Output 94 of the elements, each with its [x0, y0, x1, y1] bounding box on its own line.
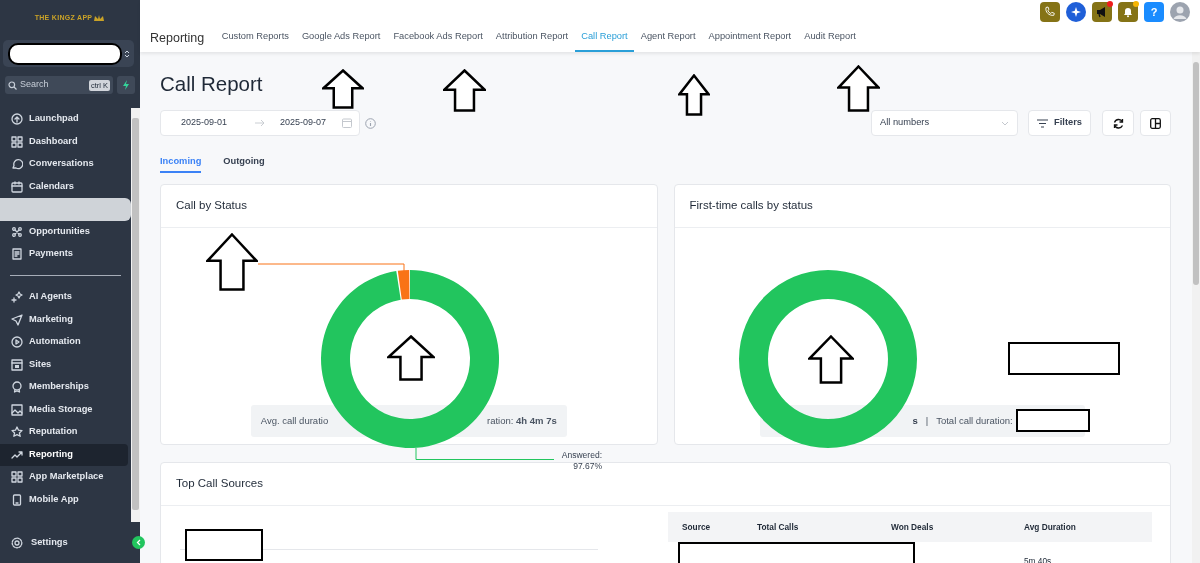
sidebar-item[interactable]: Conversations	[0, 153, 128, 176]
scrollbar[interactable]	[131, 108, 140, 522]
sidebar-item[interactable]: Dashboard	[0, 130, 128, 153]
arrow-right-icon	[255, 119, 265, 127]
column-header: Won Deals	[877, 512, 1010, 542]
phone-icon	[11, 493, 23, 506]
quick-action-button[interactable]	[117, 76, 135, 94]
crown-icon	[93, 14, 106, 22]
settings-link[interactable]: Settings	[11, 535, 68, 550]
filters-button[interactable]: Filters	[1028, 110, 1091, 136]
annotation-arrow	[443, 69, 486, 112]
report-tab[interactable]: Attribution Report	[489, 24, 575, 52]
lightning-icon	[122, 80, 130, 90]
badge-icon	[11, 381, 23, 394]
number-select[interactable]: All numbers	[871, 110, 1018, 136]
stat-text: Total call duration:	[936, 413, 1013, 428]
stat-text: s	[912, 413, 918, 428]
info-icon	[365, 117, 376, 129]
sidebar-item[interactable]: App Marketplace	[0, 466, 128, 489]
stat-text: ration: 4h 4m 7s	[487, 413, 557, 428]
scrollbar[interactable]	[1192, 52, 1200, 563]
sparkle-button[interactable]	[1066, 2, 1086, 22]
date-range-picker[interactable]: 2025-09-01 2025-09-07	[160, 110, 360, 136]
gear-icon	[11, 536, 23, 549]
layout-icon	[1150, 117, 1161, 129]
image-icon	[11, 403, 23, 416]
report-tab[interactable]: Audit Report	[797, 24, 863, 52]
column-header: Source	[668, 512, 743, 542]
receipt-icon	[11, 248, 23, 261]
apps-icon	[11, 471, 23, 484]
card-title: First-time calls by status	[674, 185, 1170, 228]
sidebar-item[interactable]: Reputation	[0, 421, 128, 444]
stat-text: Avg. call duratio	[260, 413, 329, 428]
sidebar-item[interactable]: Automation	[0, 331, 128, 354]
annotation-arrow	[837, 65, 880, 112]
report-tab[interactable]: Google Ads Report	[295, 24, 387, 52]
sidebar-item[interactable]: Opportunities	[0, 220, 128, 243]
sidebar-item[interactable]: Reporting	[0, 443, 128, 466]
chevron-left-icon	[136, 539, 141, 546]
sidebar-item[interactable]: Sites	[0, 353, 128, 376]
direction-tab[interactable]: Outgoing	[223, 152, 265, 173]
card-title: Call by Status	[161, 185, 657, 228]
sidebar-item[interactable]: Launchpad	[0, 108, 128, 131]
chart-line-icon	[11, 448, 23, 461]
play-circle-icon	[11, 336, 23, 349]
star-icon	[11, 426, 23, 439]
megaphone-icon	[1096, 6, 1108, 18]
annotation-arrow	[322, 69, 364, 109]
column-header: Avg Duration	[1010, 512, 1152, 542]
send-icon	[11, 313, 23, 326]
calendar-icon	[11, 180, 23, 193]
sidebar-item[interactable]: Marketing	[0, 308, 128, 331]
search-icon	[8, 80, 17, 90]
annotation-arrow	[808, 335, 854, 384]
calendar-icon	[342, 118, 352, 128]
sidebar-item[interactable]: Payments	[0, 243, 128, 266]
phone-icon	[1044, 6, 1056, 18]
page-title: Call Report	[160, 71, 263, 96]
phone-button[interactable]	[1040, 2, 1060, 22]
bell-icon	[1122, 6, 1134, 18]
chevron-icon	[124, 48, 130, 59]
separator: |	[925, 413, 929, 428]
report-tab[interactable]: Appointment Report	[702, 24, 798, 52]
refresh-button[interactable]	[1102, 110, 1134, 136]
sidebar-item[interactable]: Media Storage	[0, 398, 128, 421]
report-tab[interactable]: Facebook Ads Report	[386, 24, 490, 52]
annotation-arrow	[387, 335, 435, 381]
workspace-switcher[interactable]	[3, 40, 134, 67]
sidebar-item[interactable]: Mobile App	[0, 488, 128, 511]
sidebar-item[interactable]: AI Agents	[0, 286, 128, 309]
sidebar-item[interactable]: Memberships	[0, 376, 128, 399]
refresh-icon	[1112, 117, 1124, 129]
sparkle-icon	[1070, 6, 1082, 18]
network-icon	[11, 225, 23, 238]
table-cell: 5m 40s	[1010, 542, 1152, 563]
data-label: Answered: 97.67%	[560, 450, 602, 472]
chat-icon	[11, 158, 23, 171]
report-tab[interactable]: Agent Report	[634, 24, 702, 52]
direction-tab[interactable]: Incoming	[160, 152, 202, 173]
dashboard-icon	[11, 135, 23, 148]
report-tab[interactable]: Custom Reports	[215, 24, 296, 52]
layout-button[interactable]	[1140, 110, 1171, 136]
annotation-arrow	[206, 233, 258, 291]
search-placeholder: Search	[20, 78, 49, 92]
sidebar-item[interactable]: Calendars	[0, 175, 128, 198]
megaphone-button[interactable]	[1092, 2, 1112, 22]
sparkle-icon	[11, 291, 23, 304]
browser-icon	[11, 358, 23, 371]
bell-button[interactable]	[1118, 2, 1138, 22]
column-header: Total Calls	[743, 512, 877, 542]
chevron-down-icon	[1001, 120, 1009, 126]
section-title: Reporting	[150, 29, 205, 47]
filter-icon	[1037, 118, 1049, 128]
annotation-arrow	[678, 74, 710, 116]
